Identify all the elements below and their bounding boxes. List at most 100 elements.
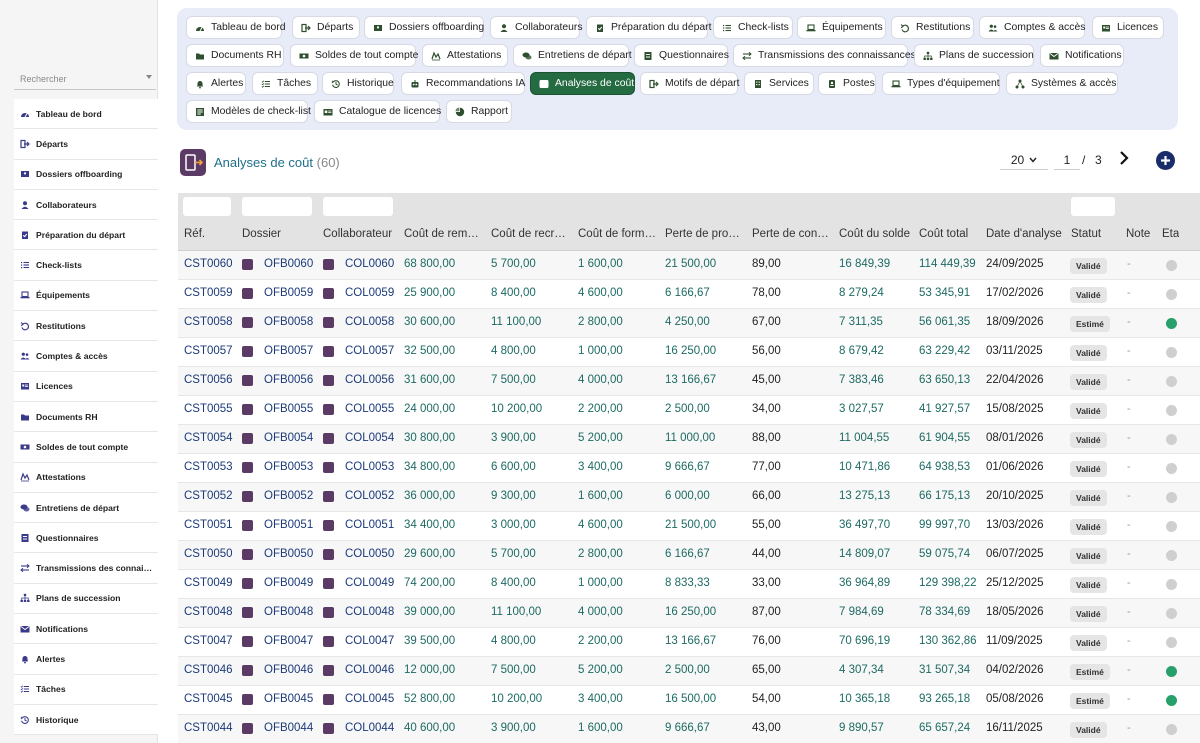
caret-down-icon[interactable]: [146, 75, 152, 79]
nav-chip[interactable]: Check-lists: [713, 16, 793, 39]
nav-chip[interactable]: Transmissions des connaissances: [733, 44, 916, 67]
cell-collaborateur-link[interactable]: COL0055: [345, 403, 394, 415]
table-row[interactable]: CST0045 OFB0045 COL0045 52 800,00 10 200,00 3…: [178, 686, 1200, 715]
table-row[interactable]: CST0049 OFB0049 COL0049 74 200,00 8 400,00 1 …: [178, 570, 1200, 599]
page-size-select[interactable]: 20: [1000, 150, 1048, 170]
sidebar-item[interactable]: Alertes: [14, 644, 158, 675]
sidebar-search-select[interactable]: Rechercher: [14, 68, 156, 90]
table-row[interactable]: CST0051 OFB0051 COL0051 34 400,00 3 000,00 4 …: [178, 512, 1200, 541]
nav-chip[interactable]: Comptes & accès: [979, 16, 1085, 39]
cell-collaborateur-link[interactable]: COL0059: [345, 287, 394, 299]
cell-dossier-link[interactable]: OFB0049: [264, 577, 313, 589]
sidebar-item[interactable]: Soldes de tout compte: [14, 432, 158, 463]
sidebar-item[interactable]: Collaborateurs: [14, 189, 158, 221]
sidebar-item[interactable]: Dossiers offboarding: [14, 159, 158, 190]
cell-dossier-link[interactable]: OFB0047: [264, 635, 313, 647]
cell-collaborateur-link[interactable]: COL0045: [345, 693, 394, 705]
sidebar-item[interactable]: Check-lists: [14, 250, 158, 281]
cell-ref[interactable]: CST0054: [184, 432, 233, 444]
nav-chip[interactable]: Postes: [818, 72, 876, 95]
cell-collaborateur-link[interactable]: COL0058: [345, 316, 394, 328]
cell-ref[interactable]: CST0044: [184, 722, 233, 734]
sidebar-item[interactable]: Départs: [14, 129, 158, 160]
nav-chip[interactable]: Historique: [322, 72, 394, 95]
nav-chip[interactable]: Questionnaires: [634, 44, 729, 67]
table-row[interactable]: CST0058 OFB0058 COL0058 30 600,00 11 100,00 2…: [178, 309, 1200, 338]
page-number-input[interactable]: 1: [1054, 150, 1080, 170]
nav-chip[interactable]: Soldes de tout compte: [290, 44, 418, 67]
sidebar-item[interactable]: Historique: [14, 704, 158, 736]
cell-dossier-link[interactable]: OFB0054: [264, 432, 313, 444]
nav-chip[interactable]: Recommandations IA: [401, 72, 525, 95]
nav-chip[interactable]: Rapport: [446, 100, 512, 123]
sidebar-item[interactable]: Entretiens de départ: [14, 492, 158, 524]
nav-chip[interactable]: Dossiers offboarding: [364, 16, 484, 39]
table-row[interactable]: CST0052 OFB0052 COL0052 36 000,00 9 300,00 1 …: [178, 483, 1200, 512]
cell-ref[interactable]: CST0052: [184, 490, 233, 502]
cell-collaborateur-link[interactable]: COL0056: [345, 374, 394, 386]
sidebar-item[interactable]: Restitutions: [14, 311, 158, 342]
cell-collaborateur-link[interactable]: COL0046: [345, 664, 394, 676]
cell-ref[interactable]: CST0046: [184, 664, 233, 676]
cell-dossier-link[interactable]: OFB0045: [264, 693, 313, 705]
nav-chip[interactable]: Services: [744, 72, 814, 95]
nav-chip[interactable]: Analyses de coût: [530, 72, 635, 95]
sidebar-item[interactable]: Préparation du départ: [14, 220, 158, 251]
nav-chip[interactable]: Documents RH: [186, 44, 284, 67]
cell-dossier-link[interactable]: OFB0058: [264, 316, 313, 328]
sidebar-item[interactable]: Équipements: [14, 280, 158, 312]
sidebar-item[interactable]: Tableau de bord: [14, 99, 158, 130]
column-header[interactable]: Coût de form…: [578, 228, 656, 240]
cell-dossier-link[interactable]: OFB0050: [264, 548, 313, 560]
nav-chip[interactable]: Catalogue de licences: [314, 100, 441, 123]
cell-ref[interactable]: CST0050: [184, 548, 233, 560]
table-row[interactable]: CST0054 OFB0054 COL0054 30 800,00 3 900,00 5 …: [178, 425, 1200, 454]
nav-chip[interactable]: Plans de succession: [914, 44, 1034, 67]
cell-ref[interactable]: CST0055: [184, 403, 233, 415]
filter-collaborateur-input[interactable]: [323, 197, 393, 216]
column-header[interactable]: Coût de rem…: [404, 228, 479, 240]
nav-chip[interactable]: Entretiens de départ: [513, 44, 632, 67]
table-row[interactable]: CST0053 OFB0053 COL0053 34 800,00 6 600,00 3 …: [178, 454, 1200, 483]
cell-ref[interactable]: CST0048: [184, 606, 233, 618]
table-row[interactable]: CST0047 OFB0047 COL0047 39 500,00 4 800,00 2 …: [178, 628, 1200, 657]
nav-chip[interactable]: Types d'équipement: [882, 72, 1000, 95]
cell-collaborateur-link[interactable]: COL0047: [345, 635, 394, 647]
cell-ref[interactable]: CST0057: [184, 345, 233, 357]
sidebar-item[interactable]: Transmissions des connaiss…: [14, 553, 158, 584]
column-header[interactable]: Note: [1126, 228, 1150, 240]
table-row[interactable]: CST0057 OFB0057 COL0057 32 500,00 4 800,00 1 …: [178, 338, 1200, 367]
table-row[interactable]: CST0059 OFB0059 COL0059 25 900,00 8 400,00 4 …: [178, 280, 1200, 309]
table-row[interactable]: CST0046 OFB0046 COL0046 12 000,00 7 500,00 5 …: [178, 657, 1200, 686]
cell-dossier-link[interactable]: OFB0056: [264, 374, 313, 386]
nav-chip[interactable]: Motifs de départ: [640, 72, 740, 95]
nav-chip[interactable]: Tableau de bord: [186, 16, 286, 39]
cell-dossier-link[interactable]: OFB0060: [264, 258, 313, 270]
cell-dossier-link[interactable]: OFB0046: [264, 664, 313, 676]
column-header[interactable]: Coût total: [919, 228, 968, 240]
sidebar-item[interactable]: Tâches: [14, 674, 158, 705]
cell-ref[interactable]: CST0058: [184, 316, 233, 328]
nav-chip[interactable]: Attestations: [422, 44, 508, 67]
cell-dossier-link[interactable]: OFB0055: [264, 403, 313, 415]
cell-ref[interactable]: CST0047: [184, 635, 233, 647]
table-row[interactable]: CST0050 OFB0050 COL0050 29 600,00 5 700,00 2 …: [178, 541, 1200, 570]
nav-chip[interactable]: Alertes: [186, 72, 246, 95]
cell-collaborateur-link[interactable]: COL0053: [345, 461, 394, 473]
cell-ref[interactable]: CST0060: [184, 258, 233, 270]
nav-chip[interactable]: Préparation du départ: [586, 16, 712, 39]
nav-chip[interactable]: Tâches: [252, 72, 318, 95]
table-row[interactable]: CST0048 OFB0048 COL0048 39 000,00 11 100,00 4…: [178, 599, 1200, 628]
cell-ref[interactable]: CST0056: [184, 374, 233, 386]
nav-chip[interactable]: Collaborateurs: [490, 16, 583, 39]
sidebar-item[interactable]: Notifications: [14, 614, 158, 645]
nav-chip[interactable]: Restitutions: [891, 16, 974, 39]
next-page-button[interactable]: [1117, 149, 1131, 167]
nav-chip[interactable]: Équipements: [797, 16, 886, 39]
cell-dossier-link[interactable]: OFB0059: [264, 287, 313, 299]
column-header[interactable]: Coût du solde: [839, 228, 910, 240]
table-row[interactable]: CST0056 OFB0056 COL0056 31 600,00 7 500,00 4 …: [178, 367, 1200, 396]
cell-collaborateur-link[interactable]: COL0044: [345, 722, 394, 734]
table-row[interactable]: CST0044 OFB0044 COL0044 40 600,00 3 900,00 1 …: [178, 715, 1200, 743]
cell-dossier-link[interactable]: OFB0052: [264, 490, 313, 502]
